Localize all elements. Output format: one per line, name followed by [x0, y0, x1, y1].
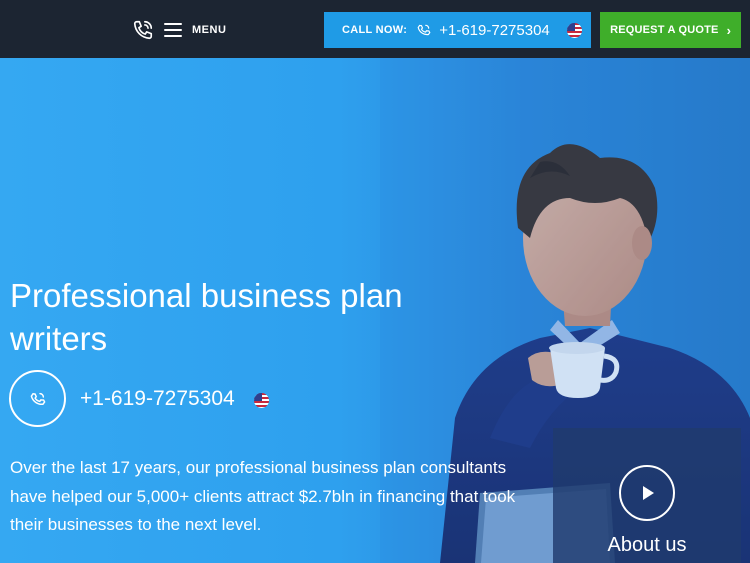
us-flag-icon	[253, 393, 269, 408]
request-quote-button[interactable]: REQUEST A QUOTE ›	[600, 12, 741, 48]
call-now-label: CALL NOW:	[342, 24, 408, 36]
hero-phone-number: +1-619-7275304	[80, 386, 235, 410]
about-us-video-card[interactable]: About us	[553, 428, 741, 563]
chevron-right-icon: ›	[726, 22, 731, 38]
phone-call-icon[interactable]	[132, 19, 154, 41]
request-quote-label: REQUEST A QUOTE	[610, 24, 719, 36]
top-navigation-bar: MENU CALL NOW: +1-619-7275304 REQUEST A …	[0, 0, 750, 58]
phone-icon	[417, 24, 431, 36]
us-flag-icon	[566, 22, 582, 38]
menu-button[interactable]: MENU	[164, 20, 226, 40]
call-now-button[interactable]: CALL NOW: +1-619-7275304	[324, 12, 591, 48]
phone-circle-icon	[9, 370, 66, 427]
hero-section: Professional business plan writers +1-61…	[0, 58, 750, 563]
menu-label: MENU	[192, 24, 227, 36]
hero-description: Over the last 17 years, our professional…	[10, 458, 516, 534]
hamburger-icon	[164, 23, 182, 37]
hero-call-link[interactable]: +1-619-7275304	[9, 370, 269, 427]
hero-title: Professional business plan writers	[10, 277, 403, 357]
play-icon[interactable]	[619, 465, 675, 521]
call-now-phone-number: +1-619-7275304	[439, 21, 550, 39]
about-us-label: About us	[607, 534, 687, 556]
